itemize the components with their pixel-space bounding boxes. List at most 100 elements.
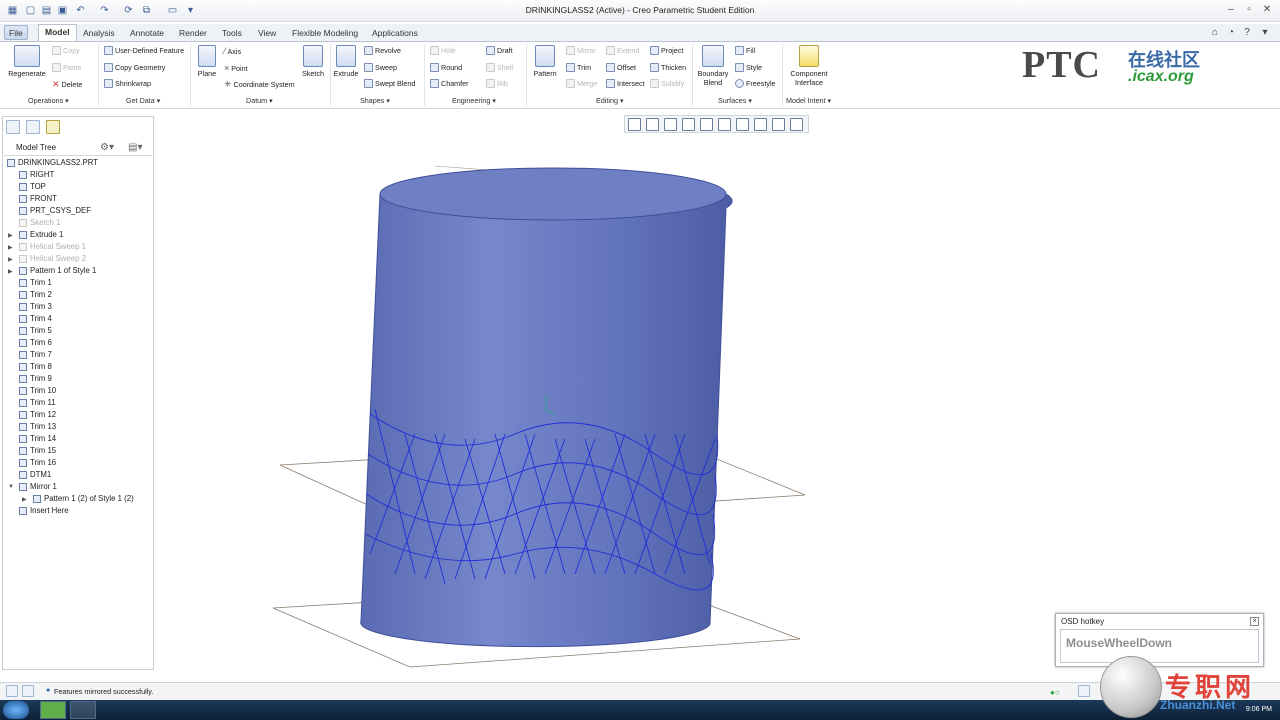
tree-item[interactable]: TOP [30, 181, 46, 193]
tree-item[interactable]: RIGHT [30, 169, 54, 181]
offset-button[interactable]: Offset [606, 63, 636, 72]
tab-analysis[interactable]: Analysis [83, 26, 115, 40]
tab-applications[interactable]: Applications [372, 26, 418, 40]
folder-browser-tab-icon[interactable] [26, 120, 40, 134]
close-icon[interactable]: ✕ [1260, 3, 1274, 17]
model-tree-tab-icon[interactable] [6, 120, 20, 134]
tree-item[interactable]: Trim 16 [30, 457, 56, 469]
point-button[interactable]: × Point [224, 63, 248, 73]
regenerate-button[interactable]: Regenerate [6, 45, 48, 78]
tree-item[interactable]: Trim 8 [30, 361, 52, 373]
merge-button[interactable]: Merge [566, 79, 597, 88]
group-surfaces[interactable]: Surfaces ▾ [718, 96, 752, 105]
project-button[interactable]: Project [650, 46, 683, 55]
taskbar-app-2-icon[interactable] [70, 701, 96, 719]
expand-arrow-icon[interactable]: ▶ [8, 256, 13, 263]
zoom-in-icon[interactable] [646, 118, 659, 131]
tree-item[interactable]: Trim 4 [30, 313, 52, 325]
tree-item[interactable]: Trim 3 [30, 301, 52, 313]
tree-item[interactable]: Trim 1 [30, 277, 52, 289]
user-defined-feature-button[interactable]: User-Defined Feature [104, 46, 184, 55]
hole-button[interactable]: Hole [430, 46, 456, 55]
tree-item[interactable]: Helical Sweep 1 [30, 241, 86, 253]
favorites-tab-icon[interactable] [46, 120, 60, 134]
tree-item[interactable]: Trim 6 [30, 337, 52, 349]
sweep-button[interactable]: Sweep [364, 63, 397, 72]
show-browser-icon[interactable] [22, 685, 34, 697]
tree-item[interactable]: Trim 13 [30, 421, 56, 433]
paste-button[interactable]: Paste [52, 63, 81, 72]
chamfer-button[interactable]: Chamfer [430, 79, 469, 88]
swept-blend-button[interactable]: Swept Blend [364, 79, 415, 88]
maximize-icon[interactable]: ▫ [1242, 3, 1256, 17]
expand-arrow-icon[interactable]: ▶ [8, 244, 13, 251]
axis-button[interactable]: ⁄ Axis [224, 46, 241, 56]
tab-annotate[interactable]: Annotate [130, 26, 164, 40]
tree-item[interactable]: Helical Sweep 2 [30, 253, 86, 265]
tree-item[interactable]: Extrude 1 [30, 229, 63, 241]
sketch-button[interactable]: Sketch [300, 45, 326, 78]
tab-model[interactable]: Model [38, 24, 77, 41]
fill-button[interactable]: Fill [735, 46, 755, 55]
tab-view[interactable]: View [258, 26, 276, 40]
collapse-arrow-icon[interactable]: ▼ [8, 484, 14, 490]
saved-orientations-icon[interactable] [718, 118, 731, 131]
tab-tools[interactable]: Tools [222, 26, 242, 40]
tree-item[interactable]: Trim 14 [30, 433, 56, 445]
glass-rim[interactable] [379, 167, 727, 221]
tree-item[interactable]: Trim 12 [30, 409, 56, 421]
group-engineering[interactable]: Engineering ▾ [452, 96, 496, 105]
solidify-button[interactable]: Solidify [650, 79, 684, 88]
draft-button[interactable]: Draft [486, 46, 513, 55]
zoom-out-icon[interactable] [664, 118, 677, 131]
refit-icon[interactable] [628, 118, 641, 131]
minimize-icon[interactable]: – [1224, 3, 1238, 17]
tree-item[interactable]: Trim 5 [30, 325, 52, 337]
tree-item[interactable]: Trim 2 [30, 289, 52, 301]
tree-item[interactable]: Trim 15 [30, 445, 56, 457]
help-search-icon[interactable]: ◔ [1224, 26, 1238, 40]
group-shapes[interactable]: Shapes ▾ [360, 96, 390, 105]
extrude-button[interactable]: Extrude [332, 45, 360, 78]
tab-flexible-modeling[interactable]: Flexible Modeling [292, 26, 358, 40]
coordinate-system-button[interactable]: ✳ Coordinate System [224, 79, 295, 90]
style-button[interactable]: Style [735, 63, 762, 72]
copy-geometry-button[interactable]: Copy Geometry [104, 63, 165, 72]
delete-button[interactable]: ✕ Delete [52, 79, 82, 90]
start-button-icon[interactable] [3, 701, 29, 719]
tree-settings-icon[interactable]: ⚙▾ [100, 142, 114, 153]
trim-button[interactable]: Trim [566, 63, 591, 72]
shrinkwrap-button[interactable]: Shrinkwrap [104, 79, 151, 88]
repaint-icon[interactable] [682, 118, 695, 131]
tree-item[interactable]: FRONT [30, 193, 57, 205]
display-style-icon[interactable] [700, 118, 713, 131]
graphics-viewport[interactable] [155, 134, 1275, 674]
view-manager-icon[interactable] [736, 118, 749, 131]
round-button[interactable]: Round [430, 63, 462, 72]
rib-button[interactable]: Rib [486, 79, 508, 88]
group-operations[interactable]: Operations ▾ [28, 96, 69, 105]
osd-close-icon[interactable]: × [1250, 617, 1259, 626]
tree-item[interactable]: Trim 7 [30, 349, 52, 361]
tree-item[interactable]: Trim 9 [30, 373, 52, 385]
tree-item[interactable]: Trim 10 [30, 385, 56, 397]
tree-item[interactable]: PRT_CSYS_DEF [30, 205, 91, 217]
tree-item[interactable]: Pattern 1 (2) of Style 1 (2) [44, 493, 134, 505]
help-back-icon[interactable]: ⌂ [1208, 26, 1222, 40]
extend-button[interactable]: Extend [606, 46, 639, 55]
revolve-button[interactable]: Revolve [364, 46, 401, 55]
tree-item[interactable]: DRINKINGLASS2.PRT [18, 157, 98, 169]
help-menu-icon[interactable]: ▾ [1258, 26, 1272, 40]
tree-item[interactable]: Trim 11 [30, 397, 56, 409]
intersect-button[interactable]: Intersect [606, 79, 645, 88]
freestyle-button[interactable]: Freestyle [735, 79, 776, 88]
group-editing[interactable]: Editing ▾ [596, 96, 624, 105]
selection-filter-icon[interactable] [1078, 685, 1090, 697]
group-model-intent[interactable]: Model Intent ▾ [786, 96, 831, 105]
component-interface-button[interactable]: Component Interface [786, 45, 832, 87]
group-get-data[interactable]: Get Data ▾ [126, 96, 160, 105]
spin-center-icon[interactable] [790, 118, 803, 131]
expand-arrow-icon[interactable]: ▶ [8, 232, 13, 239]
annotation-display-icon[interactable] [772, 118, 785, 131]
copy-button[interactable]: Copy [52, 46, 80, 55]
